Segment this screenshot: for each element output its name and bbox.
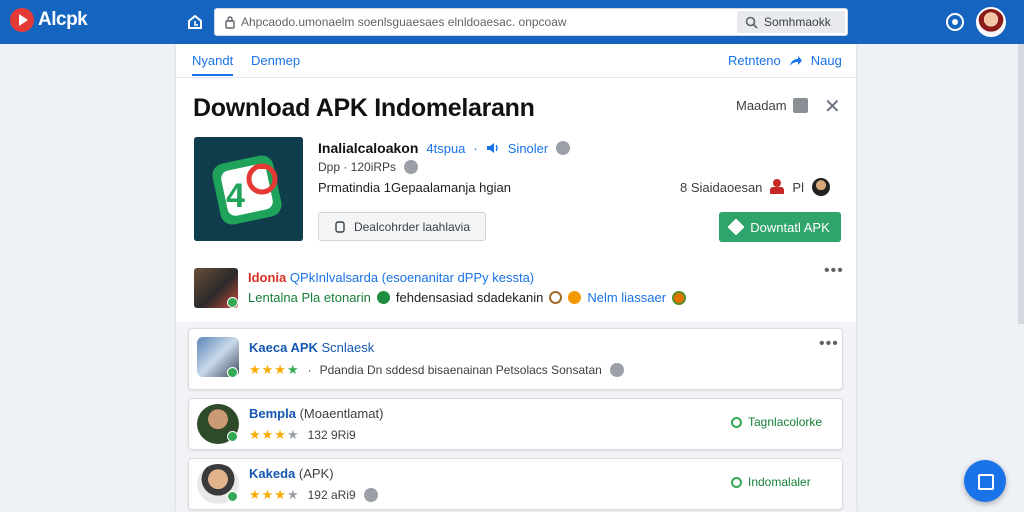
- verified-badge-icon: [227, 297, 238, 308]
- more-options-icon[interactable]: •••: [819, 335, 839, 353]
- page-title: Download APK Indomelarann: [193, 94, 535, 122]
- secondary-download-label: Dealcohrder laahlavia: [353, 219, 471, 234]
- tab-bar: Nyandt Denmep Retnteno Naug: [176, 44, 856, 78]
- info-icon[interactable]: [556, 141, 571, 155]
- list-item-title: Kakeda (APK): [249, 466, 334, 481]
- verified-badge-icon: [227, 367, 238, 378]
- app-list: Kaeca APK Scnlaesk ★★★★ · Pdandia Dn sdd…: [176, 322, 856, 512]
- list-item-meta: ★★★★ 192 aRi9: [249, 487, 378, 503]
- app-rank: 8 Siaidaoesan Pl: [680, 178, 830, 196]
- rating-stars: ★★★★: [249, 427, 300, 442]
- site-logo[interactable]: Alcpk: [10, 8, 88, 32]
- tab-primary[interactable]: Nyandt: [192, 53, 234, 76]
- app-rank-tag: Pl: [792, 179, 804, 195]
- rating-stars: ★★★★: [249, 487, 300, 502]
- app-logo-icon: 4: [194, 137, 303, 241]
- cookie-icon: [672, 290, 687, 305]
- app-icon: 4: [194, 137, 303, 241]
- list-item[interactable]: Bempla (Moaentlamat) ★★★★ 132 9Ri9 Tagnl…: [188, 398, 843, 450]
- featured-item[interactable]: Idonia QPkInlvalsarda (esoenanitar dPPy …: [194, 262, 844, 314]
- app-detail-panel: Nyandt Denmep Retnteno Naug Download APK…: [176, 44, 856, 512]
- share-arrow-icon[interactable]: [789, 55, 803, 67]
- speaker-icon: [486, 143, 498, 153]
- info-icon[interactable]: [609, 363, 624, 377]
- close-icon[interactable]: ✕: [824, 94, 841, 119]
- app-downloads: 4tspua: [426, 140, 466, 156]
- header-action-label: Maadam: [736, 98, 787, 113]
- secondary-download-button[interactable]: Dealcohrder laahlavia: [318, 212, 486, 241]
- rating-stars: ★★★★: [249, 362, 300, 377]
- more-options-icon[interactable]: •••: [824, 262, 844, 280]
- fire-icon: [568, 291, 582, 304]
- settings-ring-icon[interactable]: [946, 13, 964, 31]
- list-item-title: Kaeca APK Scnlaesk: [249, 340, 375, 355]
- list-item-title: Bempla (Moaentlamat): [249, 406, 384, 421]
- developer-avatar[interactable]: [811, 178, 830, 196]
- tab-right-link[interactable]: Naug: [811, 53, 842, 68]
- header-action[interactable]: Maadam: [736, 98, 808, 113]
- top-bar: Alcpk Somhmaokk: [0, 0, 1024, 44]
- svg-text:4: 4: [226, 177, 245, 215]
- app-name-row: Inalialcaloakon 4tspua · Sinoler: [318, 140, 571, 156]
- info-icon[interactable]: [404, 160, 419, 174]
- search-input[interactable]: [241, 9, 741, 35]
- tab-right-group: Retnteno Naug: [728, 53, 842, 68]
- download-apk-button[interactable]: Downtatl APK: [719, 212, 841, 242]
- person-icon: [770, 179, 785, 195]
- featured-title: Idonia QPkInlvalsarda (esoenanitar dPPy …: [248, 270, 535, 285]
- shield-icon: [731, 476, 742, 488]
- gauge-icon: [549, 291, 563, 304]
- leaf-icon: [376, 291, 390, 304]
- list-item[interactable]: Kaeca APK Scnlaesk ★★★★ · Pdandia Dn sdd…: [188, 328, 843, 390]
- search-icon: [745, 16, 758, 29]
- verified-badge-icon: [227, 431, 238, 442]
- list-item[interactable]: Kakeda (APK) ★★★★ 192 aRi9 Indomalaler: [188, 458, 843, 510]
- play-logo-icon: [10, 8, 34, 32]
- logo-text: Alcpk: [38, 9, 88, 30]
- home-icon[interactable]: [186, 13, 204, 31]
- app-developer[interactable]: Sinoler: [508, 141, 548, 156]
- app-rank-text: 8 Siaidaoesan: [680, 179, 763, 195]
- search-bar: Somhmaokk: [214, 8, 848, 36]
- page-scrollbar[interactable]: [1018, 44, 1024, 324]
- tab-right-label[interactable]: Retnteno: [728, 53, 781, 68]
- featured-subtitle: Lentalna Pla etonarin fehdensasiad sdade…: [248, 290, 687, 305]
- verified-badge-icon: [227, 491, 238, 502]
- app-specs: Dpp · 120iRPs: [318, 160, 419, 174]
- copy-icon: [335, 220, 345, 233]
- floating-action-button[interactable]: [964, 460, 1006, 502]
- pencil-icon: [727, 218, 745, 236]
- list-item-action[interactable]: Indomalaler: [731, 475, 811, 489]
- list-item-meta: ★★★★ · Pdandia Dn sddesd bisaenainan Pet…: [249, 362, 624, 378]
- search-button-label: Somhmaokk: [764, 15, 831, 29]
- user-avatar[interactable]: [976, 7, 1006, 37]
- list-item-action[interactable]: Tagnlacolorke: [731, 415, 822, 429]
- shield-icon: [731, 416, 742, 428]
- list-item-meta: ★★★★ 132 9Ri9: [249, 427, 356, 442]
- lock-icon: [225, 16, 235, 29]
- download-apk-label: Downtatl APK: [750, 219, 830, 235]
- info-icon[interactable]: [363, 488, 378, 502]
- app-name: Inalialcaloakon: [318, 140, 419, 156]
- app-specs-text: Dpp · 120iRPs: [318, 160, 397, 174]
- app-description: Prmatindia 1Gepaalamanja hgian: [318, 180, 511, 195]
- search-button[interactable]: Somhmaokk: [737, 11, 845, 33]
- tab-secondary[interactable]: Denmep: [251, 53, 300, 68]
- bookmark-icon: [792, 98, 808, 113]
